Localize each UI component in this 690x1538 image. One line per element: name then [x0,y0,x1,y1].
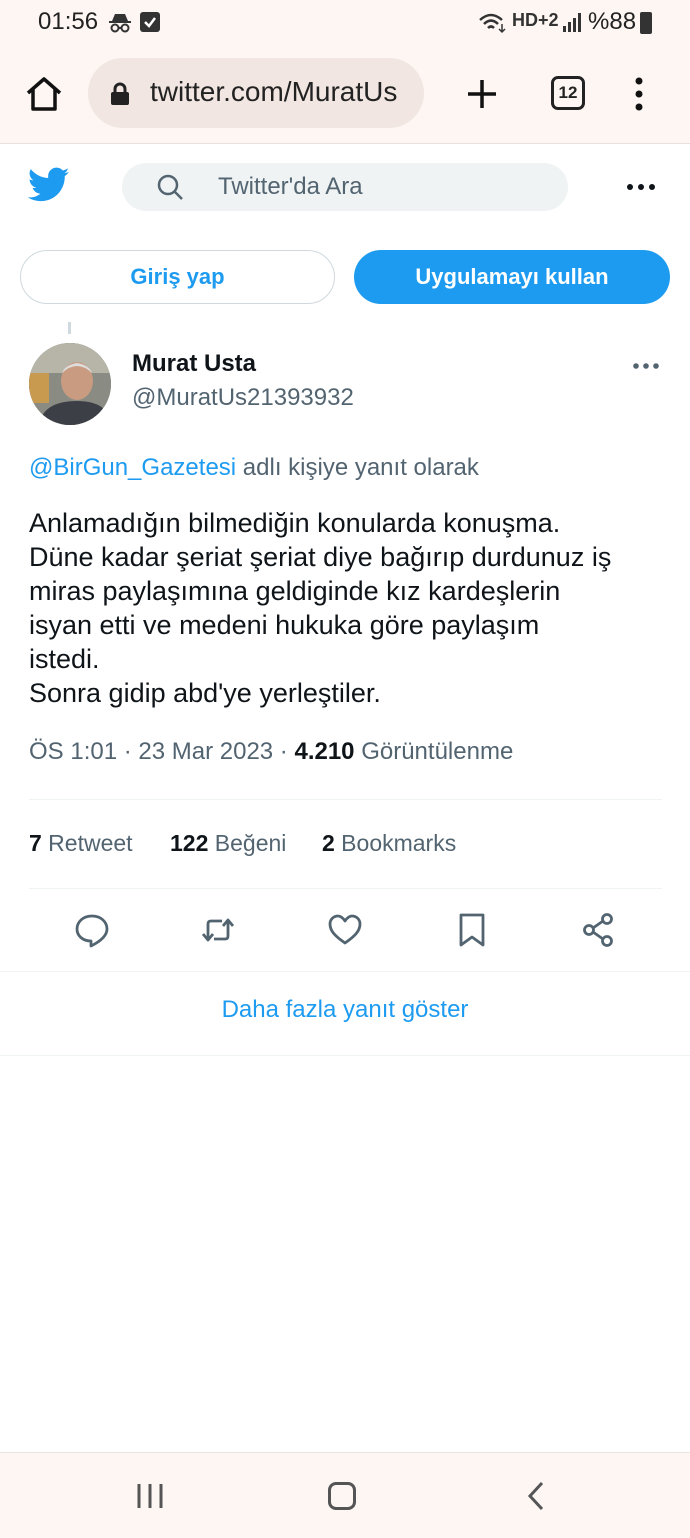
tweet-timestamp[interactable]: ÖS 1:01 · 23 Mar 2023 · [29,738,294,765]
retweet-stat[interactable]: 7 Retweet [29,830,133,857]
bookmark-icon[interactable] [454,912,490,948]
user-handle[interactable]: @MuratUs21393932 [132,384,354,412]
more-vert-icon[interactable] [630,76,648,112]
display-name[interactable]: Murat Usta [132,350,256,378]
tweet-more-icon[interactable] [632,362,660,370]
search-placeholder: Twitter'da Ara [218,173,363,200]
battery-icon [640,12,652,34]
reply-context: @BirGun_Gazetesi adlı kişiye yanıt olara… [29,454,479,482]
thread-connector [68,322,71,334]
divider [29,799,662,800]
twitter-header: Twitter'da Ara [0,145,690,235]
home-icon[interactable] [24,76,64,112]
login-button[interactable]: Giriş yap [20,250,335,304]
address-bar[interactable]: twitter.com/MuratUs [88,58,424,128]
bookmark-stat[interactable]: 2 Bookmarks [322,830,456,857]
signal-icon [563,13,581,32]
reply-mention-link[interactable]: @BirGun_Gazetesi [29,454,236,481]
tweet-meta: ÖS 1:01 · 23 Mar 2023 · 4.210 Görüntülen… [29,738,513,766]
system-nav-bar [0,1452,690,1538]
like-icon[interactable] [327,912,363,948]
divider [29,888,662,889]
wifi-icon [479,13,506,34]
search-icon [157,174,183,200]
hd-icon: HD+2 [512,10,559,30]
show-more-replies-link[interactable]: Daha fazla yanıt göster [0,996,690,1024]
incognito-icon [109,14,131,33]
status-bar: 01:56 HD+2 %88 [0,0,690,48]
checkbox-icon [140,12,160,32]
recents-icon[interactable] [136,1483,164,1509]
battery-level: %88 [588,8,637,35]
twitter-logo-icon[interactable] [28,167,70,203]
share-icon[interactable] [580,912,616,948]
search-input[interactable]: Twitter'da Ara [122,163,568,211]
nav-home-icon[interactable] [328,1482,356,1510]
tweet-text-line: Sonra gidip abd'ye yerleştiler. [29,678,381,708]
tweet-text-line: istedi. [29,644,100,674]
status-time: 01:56 [38,8,99,35]
divider [0,1055,690,1056]
like-stat[interactable]: 122 Beğeni [170,830,286,857]
back-icon[interactable] [526,1481,546,1511]
url-text: twitter.com/MuratUs [150,76,398,107]
reply-icon[interactable] [74,912,110,948]
tabs-icon[interactable]: 12 [551,76,585,110]
divider [0,971,690,972]
views-count: 4.210 [294,738,355,765]
browser-toolbar: twitter.com/MuratUs 12 [0,48,690,144]
plus-icon[interactable] [462,74,502,114]
tweet-text-line: Anlamadığın bilmediğin konularda konuşma… [29,508,561,538]
avatar[interactable] [29,343,111,425]
more-horizontal-icon[interactable] [626,183,656,191]
tweet-text-line: Düne kadar şeriat şeriat diye bağırıp du… [29,542,612,572]
use-app-button[interactable]: Uygulamayı kullan [354,250,670,304]
tweet-text-line: isyan etti ve medeni hukuka göre paylaşı… [29,610,540,640]
lock-icon [111,82,129,105]
tweet-text: Anlamadığın bilmediğin konularda konuşma… [29,506,669,710]
tweet-text-line: miras paylaşımına geldiginde kız kardeşl… [29,576,561,606]
views-label: Görüntülenme [354,738,514,765]
retweet-icon[interactable] [200,912,236,948]
reply-suffix: adlı kişiye yanıt olarak [236,454,479,481]
